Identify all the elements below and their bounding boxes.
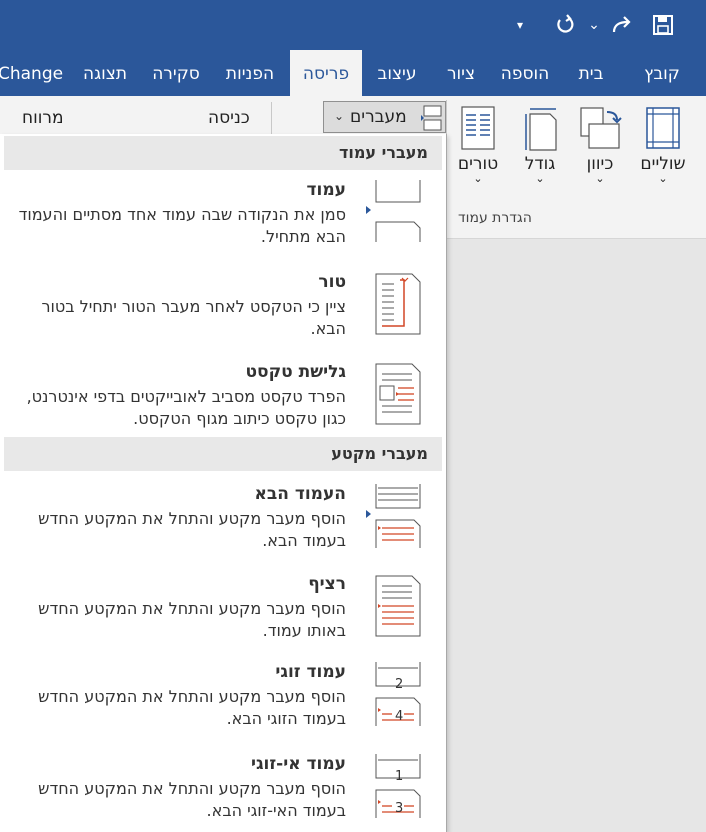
tab-review[interactable]: סקירה [146,50,206,96]
caret-icon [366,510,371,518]
columns-label: טורים [457,154,499,174]
columns-button[interactable]: טורים ⌄ [450,102,506,202]
page-number: 1 [395,769,404,784]
page-break-icon [375,180,421,242]
orientation-button[interactable]: כיוון ⌄ [572,102,628,202]
save-button[interactable] [648,10,678,40]
margins-label: שוליים [640,154,686,174]
customize-arrow: ▾ [516,18,524,32]
ribbon-tabs: קובץ בית הוספה ציור עיצוב פריסה הפניות ס… [0,50,706,96]
section-header-label: מעברי מקטע [331,444,428,463]
save-icon [653,15,673,35]
page-breaks-header: מעברי עמוד [4,136,442,170]
tab-layout[interactable]: פריסה [290,50,362,96]
tab-references[interactable]: הפניות [216,50,284,96]
breaks-button[interactable]: ⌄ מעברים [323,101,446,133]
item-title: עמוד אי-זוגי [250,754,346,774]
size-icon [525,108,557,151]
menu-item-continuous[interactable]: רציף הוסף מעבר מקטע והתחל את המקטע החדש … [0,566,446,646]
next-page-icon [375,484,421,548]
item-title: עמוד זוגי [275,662,346,682]
item-description: הוסף מעבר מקטע והתחל את המקטע החדש בעמוד… [38,509,346,550]
menu-item-even-page[interactable]: 2 4 עמוד זוגי הוסף מעבר מקטע והתחל את המ… [0,654,446,734]
margins-icon [646,107,680,149]
chevron-down-icon: ⌄ [588,17,600,33]
section-header-label: מעברי עמוד [338,143,428,162]
indent-label: כניסה [208,108,250,128]
undo-dropdown[interactable]: ⌄ [586,10,602,40]
item-description: סמן את הנקודה שבה עמוד אחד מסתיים והעמוד… [18,205,346,246]
breaks-label: מעברים [350,107,407,127]
menu-item-odd-page[interactable]: 1 3 עמוד אי-זוגי הוסף מעבר מקטע והתחל את… [0,750,446,830]
chevron-down-icon: ⌄ [595,172,605,185]
text-wrapping-icon [375,363,421,425]
redo-button[interactable] [606,10,638,40]
chevron-down-icon: ⌄ [535,172,545,185]
title-bar: ▾ ⌄ [0,0,706,50]
menu-item-column-break[interactable]: טור ציין כי הטקסט לאחר מעבר הטור יתחיל ב… [0,264,446,344]
menu-item-page-break[interactable]: עמוד סמן את הנקודה שבה עמוד אחד מסתיים ו… [0,172,446,252]
orientation-icon [580,107,622,149]
item-description: הוסף מעבר מקטע והתחל את המקטע החדש בעמוד… [38,687,346,728]
item-description: ציין כי הטקסט לאחר מעבר הטור יתחיל בטור … [41,297,346,338]
menu-item-next-page[interactable]: העמוד הבא הוסף מעבר מקטע והתחל את המקטע … [0,476,446,556]
margins-button[interactable]: שוליים ⌄ [632,102,694,202]
page-number: 4 [395,709,404,724]
caret-icon [366,206,371,214]
item-title: טור [318,272,346,292]
breaks-icon [421,105,442,131]
tab-change[interactable]: Change [0,50,63,96]
spacing-label: מרווח [22,108,64,128]
undo-button[interactable] [550,10,580,40]
tab-home[interactable]: בית [563,50,619,96]
page-setup-group-label: הגדרת עמוד [458,210,532,226]
orientation-label: כיוון [586,154,614,174]
menu-item-text-wrapping[interactable]: גלישת טקסט הפרד טקסט מסביב לאובייקטים בד… [0,354,446,438]
tab-design[interactable]: עיצוב [368,50,426,96]
customize-qat-button[interactable]: ▾ [510,10,530,40]
size-button[interactable]: גודל ⌄ [512,102,568,202]
undo-icon [557,14,574,33]
column-break-icon [375,273,421,335]
columns-icon [461,106,495,150]
tab-draw[interactable]: ציור [438,50,484,96]
item-description: הוסף מעבר מקטע והתחל את המקטע החדש בעמוד… [38,779,346,820]
item-title: עמוד [306,180,346,200]
breaks-menu: מעברי עמוד עמוד סמן את הנקודה שבה עמוד א… [0,134,447,832]
item-description: הוסף מעבר מקטע והתחל את המקטע החדש באותו… [38,599,346,640]
page-number: 3 [395,801,404,816]
page-number: 2 [395,677,404,692]
redo-icon [612,16,631,33]
item-title: רציף [308,574,346,594]
continuous-icon [375,575,421,637]
item-title: גלישת טקסט [245,362,346,382]
chevron-down-icon: ⌄ [334,109,345,123]
tab-file[interactable]: קובץ [630,50,694,96]
divider [271,102,272,136]
tab-view[interactable]: תצוגה [76,50,134,96]
tab-insert[interactable]: הוספה [490,50,560,96]
size-label: גודל [524,154,556,174]
section-breaks-header: מעברי מקטע [4,437,442,471]
item-description: הפרד טקסט מסביב לאובייקטים בדפי אינטרנט,… [26,387,346,428]
item-title: העמוד הבא [254,484,346,504]
